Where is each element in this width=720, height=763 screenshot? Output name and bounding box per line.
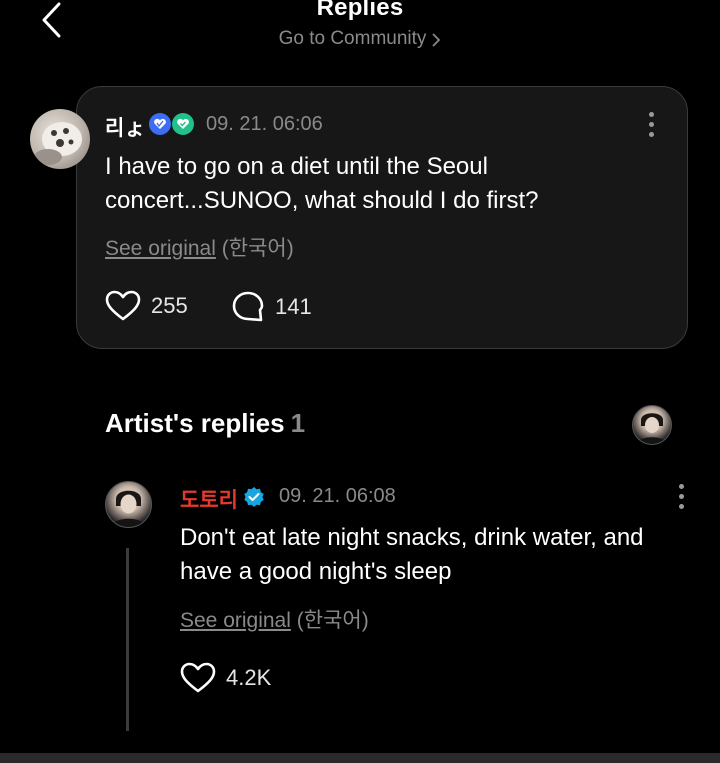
fan-badge-icon (172, 113, 194, 135)
artist-replies-heading: Artist's replies 1 (105, 408, 305, 439)
heart-icon (105, 290, 141, 321)
original-language: (한국어) (296, 609, 369, 632)
artist-avatar-small[interactable] (632, 405, 672, 445)
post-timestamp: 09. 21. 06:06 (206, 113, 323, 135)
chevron-right-icon (433, 33, 441, 47)
reply-more-button[interactable] (671, 481, 691, 511)
artist-replies-label: Artist's replies (105, 408, 285, 438)
reply-see-original: See original (한국어) (180, 604, 369, 634)
post-username[interactable]: 리ょ (105, 112, 145, 142)
comment-count: 141 (275, 294, 312, 319)
page-title: Replies (316, 0, 404, 21)
post-like-button[interactable]: 255 (105, 290, 188, 322)
user-badges (149, 113, 194, 135)
original-language: (한국어) (221, 237, 294, 260)
avatar-image (111, 490, 146, 527)
reply-like-count: 4.2K (226, 665, 272, 690)
reply-like-button[interactable]: 4.2K (180, 662, 271, 694)
post-more-button[interactable] (641, 109, 661, 139)
bottom-bar (0, 753, 720, 763)
like-count: 255 (151, 293, 188, 318)
reply-timestamp: 09. 21. 06:08 (279, 485, 396, 507)
more-vertical-icon (648, 111, 654, 117)
more-vertical-icon (678, 483, 684, 489)
go-to-community-link[interactable]: Go to Community (0, 28, 720, 50)
community-link-label: Go to Community (278, 28, 427, 49)
see-original-link[interactable]: See original (105, 237, 216, 260)
membership-badge-icon (149, 113, 171, 135)
post-see-original: See original (한국어) (105, 232, 294, 262)
user-avatar[interactable] (30, 109, 90, 169)
avatar-image (34, 122, 82, 165)
heart-icon (180, 662, 216, 693)
post-text: I have to go on a diet until the Seoul c… (105, 153, 539, 214)
avatar-image (637, 413, 667, 444)
artist-replies-count: 1 (290, 408, 306, 438)
post-comment-button[interactable]: 141 (231, 290, 312, 324)
reply-text: Don't eat late night snacks, drink water… (180, 524, 644, 585)
artist-username[interactable]: 도토리 (180, 484, 238, 514)
verified-badge-icon (243, 486, 265, 513)
comment-bubble-icon (232, 291, 264, 322)
thread-line (126, 548, 129, 731)
see-original-link[interactable]: See original (180, 609, 291, 632)
artist-avatar[interactable] (105, 481, 152, 528)
